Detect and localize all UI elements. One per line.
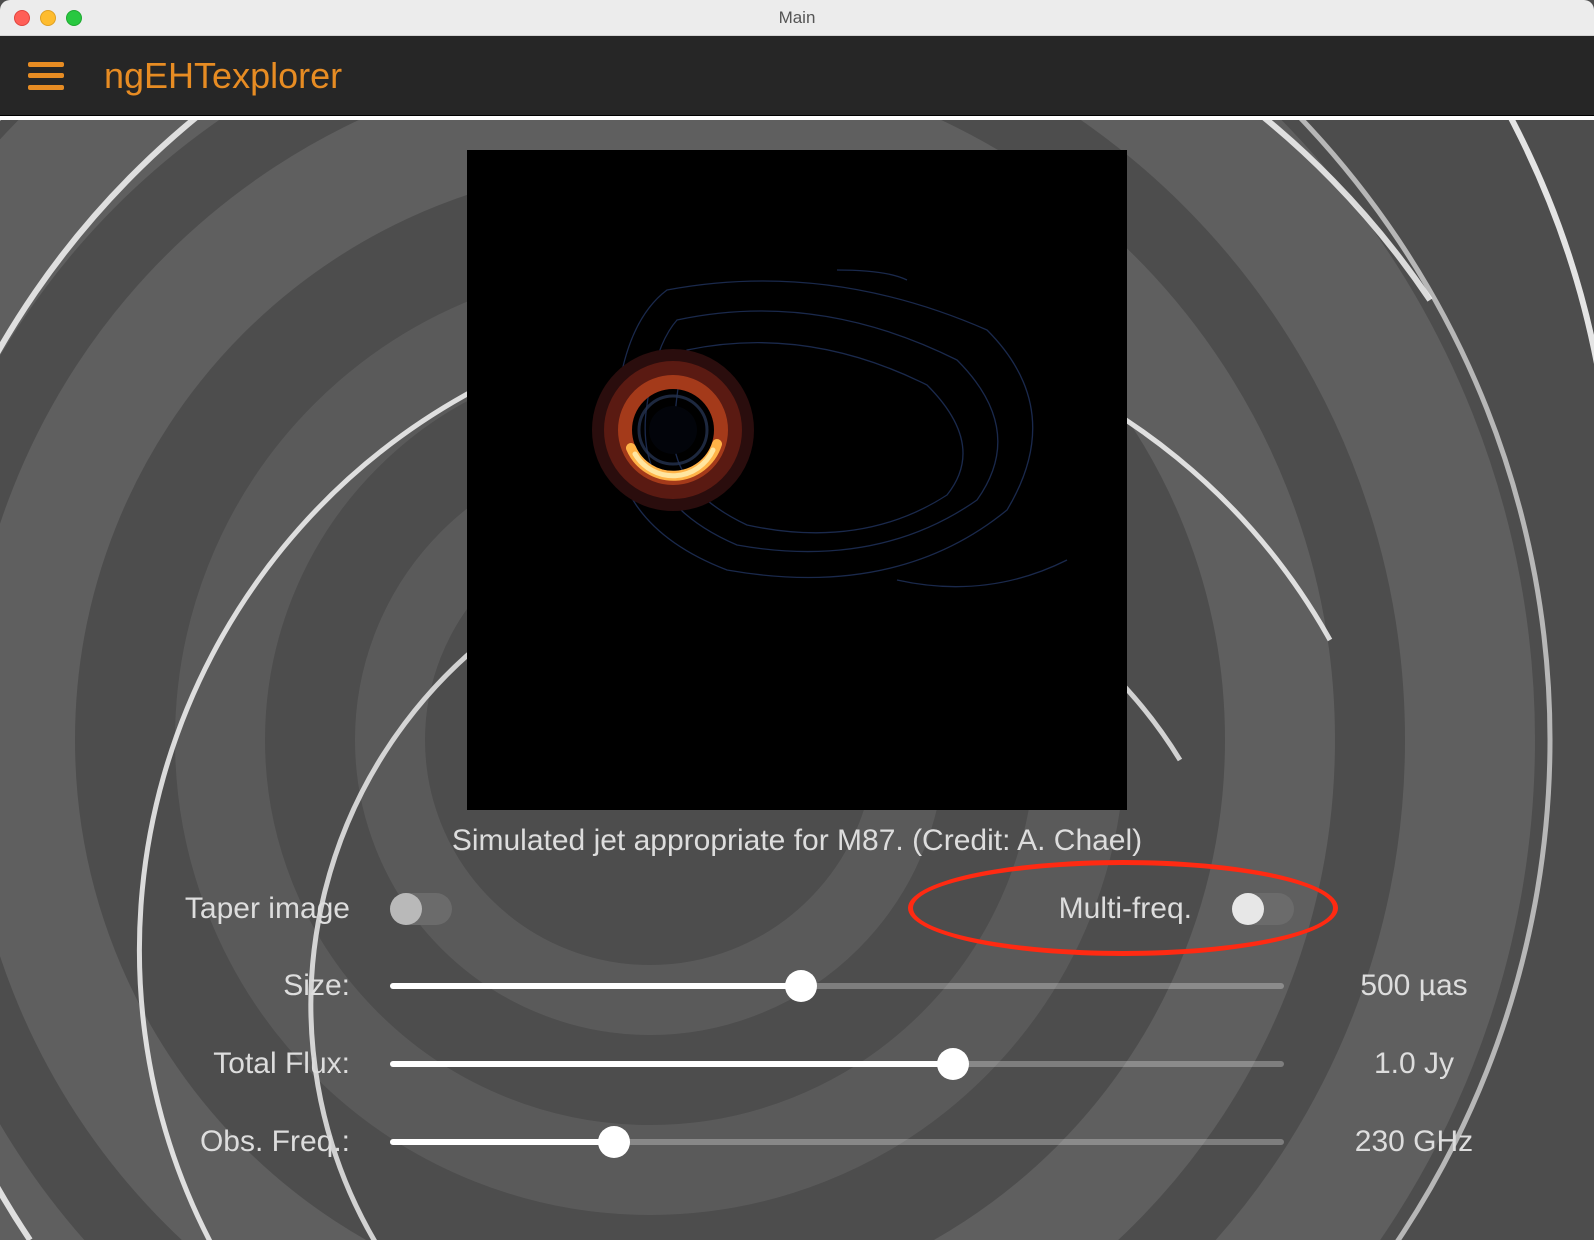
simulation-image: [467, 150, 1127, 810]
slider-thumb-icon: [785, 970, 817, 1002]
simulation-caption: Simulated jet appropriate for M87. (Cred…: [452, 824, 1142, 858]
window-controls: [0, 10, 82, 26]
main-stack: Simulated jet appropriate for M87. (Cred…: [0, 120, 1594, 1240]
app-header: ngEHTexplorer: [0, 36, 1594, 116]
simulation-area: Simulated jet appropriate for M87. (Cred…: [80, 150, 1514, 858]
size-slider-row: Size: 500 µas: [80, 968, 1514, 1004]
window-title: Main: [779, 8, 816, 28]
slider-thumb-icon: [598, 1126, 630, 1158]
taper-toggle-label: Taper image: [80, 892, 390, 926]
minimize-window-button[interactable]: [40, 10, 56, 26]
freq-value: 230 GHz: [1284, 1125, 1514, 1159]
multifreq-toggle-label: Multi-freq.: [1059, 892, 1232, 926]
macos-titlebar: Main: [0, 0, 1594, 36]
slider-thumb-icon: [937, 1048, 969, 1080]
size-label: Size:: [80, 969, 390, 1003]
freq-label: Obs. Freq.:: [80, 1125, 390, 1159]
flux-label: Total Flux:: [80, 1047, 390, 1081]
size-slider[interactable]: [390, 968, 1284, 1004]
toggle-row: Taper image Multi-freq.: [80, 892, 1514, 926]
app-title: ngEHTexplorer: [104, 55, 342, 97]
flux-slider-row: Total Flux: 1.0 Jy: [80, 1046, 1514, 1082]
size-value: 500 µas: [1284, 969, 1514, 1003]
freq-slider-row: Obs. Freq.: 230 GHz: [80, 1124, 1514, 1160]
content-area: Simulated jet appropriate for M87. (Cred…: [0, 120, 1594, 1240]
taper-toggle[interactable]: [390, 893, 452, 925]
hamburger-menu-icon[interactable]: [28, 62, 64, 90]
maximize-window-button[interactable]: [66, 10, 82, 26]
multifreq-toggle[interactable]: [1232, 893, 1294, 925]
toggle-thumb-icon: [1232, 893, 1264, 925]
app-window: Main ngEHTexplorer: [0, 0, 1594, 1240]
toggle-thumb-icon: [390, 893, 422, 925]
freq-slider[interactable]: [390, 1124, 1284, 1160]
flux-value: 1.0 Jy: [1284, 1047, 1514, 1081]
close-window-button[interactable]: [14, 10, 30, 26]
flux-slider[interactable]: [390, 1046, 1284, 1082]
